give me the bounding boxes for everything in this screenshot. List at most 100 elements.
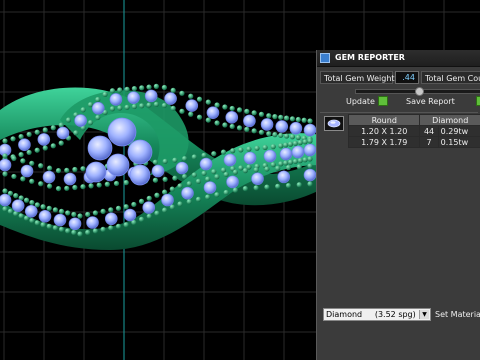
- round-gem-icon: [324, 116, 344, 131]
- table-row[interactable]: 1.20 X 1.20 44 0.29tw: [347, 125, 480, 137]
- metal-bead: [58, 226, 65, 232]
- metal-bead: [246, 146, 252, 152]
- metal-bead: [72, 166, 78, 173]
- metal-bead: [104, 181, 110, 187]
- metal-bead: [307, 181, 313, 187]
- metal-bead: [26, 131, 32, 138]
- metal-bead: [283, 133, 290, 139]
- metal-bead: [46, 223, 52, 229]
- metal-bead: [46, 183, 53, 189]
- metal-bead: [254, 145, 260, 151]
- total-gem-weight-label: Total Gem Weight: [320, 71, 395, 84]
- metal-bead: [18, 152, 24, 158]
- total-gem-count-label: Total Gem Count: [421, 71, 480, 84]
- column-header-shape[interactable]: Round: [347, 114, 421, 126]
- metal-bead: [244, 126, 250, 132]
- metal-bead: [117, 105, 123, 111]
- material-select[interactable]: Diamond (3.52 spg) ▼: [323, 308, 431, 321]
- metal-bead: [195, 196, 202, 202]
- metal-bead: [287, 141, 294, 147]
- round-diamond: [164, 92, 177, 105]
- round-diamond: [123, 208, 137, 222]
- metal-bead: [191, 172, 197, 178]
- column-header-material[interactable]: Diamond: [419, 114, 480, 126]
- metal-bead: [29, 178, 35, 184]
- metal-bead: [179, 90, 185, 96]
- round-diamond: [0, 158, 12, 172]
- large-round-diamond: [107, 117, 137, 147]
- metal-bead: [58, 140, 64, 146]
- metal-bead: [211, 151, 217, 157]
- metal-bead: [153, 83, 159, 89]
- metal-bead: [42, 127, 48, 133]
- metal-bead: [113, 180, 120, 187]
- set-material-button[interactable]: Set Material: [435, 308, 480, 321]
- round-diamond: [144, 89, 158, 103]
- metal-bead: [205, 99, 211, 105]
- metal-bead: [100, 208, 106, 214]
- metal-bead: [201, 152, 207, 158]
- metal-bead: [124, 104, 130, 110]
- gem-reporter-icon: [320, 53, 330, 63]
- metal-bead: [11, 155, 17, 162]
- round-diamond: [53, 213, 67, 227]
- weight-slider[interactable]: [355, 87, 480, 96]
- metal-bead: [283, 142, 289, 148]
- metal-bead: [214, 192, 220, 198]
- totals-row: Total Gem Weight .44 Total Gem Count: [320, 71, 480, 84]
- metal-bead: [307, 156, 313, 162]
- update-button-icon[interactable]: [378, 96, 388, 106]
- metal-bead: [123, 180, 129, 186]
- metal-bead: [242, 186, 248, 192]
- metal-bead: [177, 201, 183, 207]
- metal-bead: [307, 163, 313, 169]
- round-diamond: [86, 216, 99, 229]
- save-report-button[interactable]: Save Report: [406, 95, 455, 108]
- ring-model[interactable]: [0, 83, 320, 250]
- panel-titlebar[interactable]: GEM REPORTER: [317, 50, 480, 67]
- metal-bead: [301, 117, 307, 123]
- metal-bead: [230, 148, 236, 154]
- metal-bead: [264, 166, 270, 172]
- save-report-icon[interactable]: [476, 96, 480, 106]
- metal-bead: [278, 132, 284, 138]
- round-diamond: [226, 175, 239, 189]
- metal-bead: [20, 176, 26, 182]
- metal-bead: [258, 111, 265, 117]
- round-diamond: [291, 145, 305, 159]
- round-diamond: [275, 120, 289, 133]
- large-round-diamond: [127, 139, 153, 165]
- round-diamond: [263, 149, 277, 163]
- metal-bead: [34, 220, 40, 226]
- round-diamond: [206, 106, 220, 119]
- metal-bead: [88, 183, 94, 189]
- metal-bead: [186, 181, 192, 187]
- metal-bead: [186, 199, 192, 205]
- round-diamond: [42, 170, 56, 184]
- round-diamond: [74, 114, 87, 127]
- round-diamond: [0, 193, 12, 207]
- metal-bead: [29, 217, 35, 224]
- round-diamond: [20, 164, 34, 178]
- large-round-diamond: [87, 135, 113, 161]
- table-row[interactable]: 1.79 X 1.79 7 0.15tw: [347, 136, 480, 148]
- metal-bead: [266, 131, 272, 137]
- round-diamond: [303, 143, 317, 157]
- metal-bead: [220, 149, 227, 155]
- gem-size: 1.79 X 1.79: [347, 136, 421, 148]
- metal-bead: [195, 178, 202, 184]
- metal-bead: [65, 228, 71, 234]
- metal-bead: [77, 231, 83, 237]
- metal-bead: [80, 166, 86, 172]
- chevron-down-icon[interactable]: ▼: [419, 310, 429, 319]
- metal-bead: [108, 207, 114, 213]
- metal-bead: [64, 185, 70, 191]
- metal-bead: [278, 114, 284, 120]
- metal-bead: [40, 204, 46, 210]
- metal-bead: [161, 102, 167, 109]
- metal-bead: [253, 167, 259, 173]
- update-button-label[interactable]: Update: [346, 95, 375, 108]
- round-diamond: [223, 153, 237, 167]
- gem-size: 1.20 X 1.20: [347, 125, 421, 137]
- metal-bead: [146, 195, 152, 201]
